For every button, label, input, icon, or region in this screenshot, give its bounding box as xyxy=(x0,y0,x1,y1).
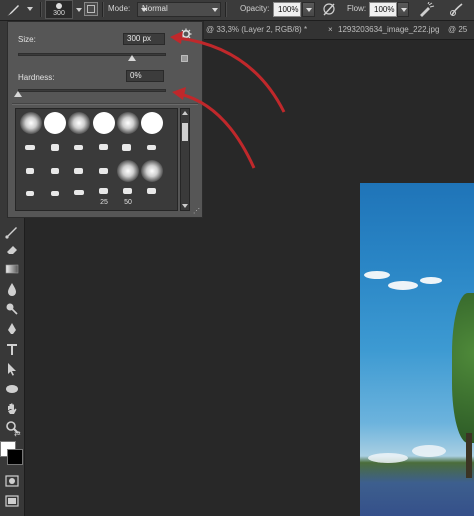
annotation-arrow-hardness xyxy=(179,92,256,169)
annotation-arrows xyxy=(170,31,286,169)
annotation-arrow-size xyxy=(177,36,286,113)
annotation-arrowhead-size xyxy=(170,31,183,44)
annotation-arrowhead-hardness xyxy=(172,87,186,100)
